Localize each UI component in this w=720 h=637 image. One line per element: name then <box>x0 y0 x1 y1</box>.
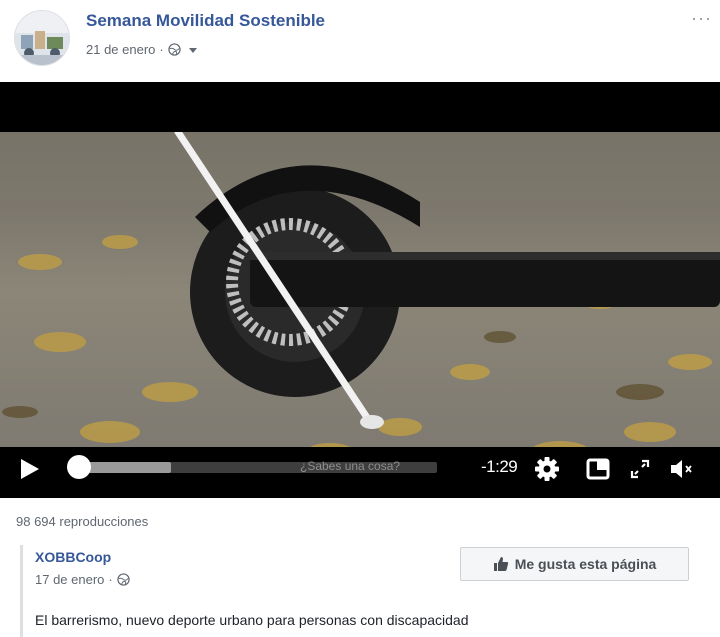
more-icon[interactable]: ··· <box>691 8 712 29</box>
post-header: Semana Movilidad Sostenible 21 de enero … <box>0 0 720 82</box>
video-controls: ¿Sabes una cosa? -1:29 <box>0 447 720 498</box>
original-post-date[interactable]: 17 de enero <box>35 572 104 587</box>
like-page-label: Me gusta esta página <box>514 556 657 572</box>
time-remaining: -1:29 <box>481 457 518 476</box>
fullscreen-icon[interactable] <box>626 455 654 483</box>
play-icon[interactable] <box>19 457 41 481</box>
globe-icon <box>168 43 181 56</box>
video-frame <box>0 132 720 498</box>
caret-down-icon[interactable] <box>188 45 198 55</box>
volume-muted-icon[interactable] <box>668 455 696 483</box>
page-name-link[interactable]: Semana Movilidad Sostenible <box>86 11 325 31</box>
view-count: 98 694 reproducciones <box>16 514 149 529</box>
globe-icon <box>117 573 130 586</box>
original-post-meta: 17 de enero · <box>35 572 130 587</box>
original-page-name-link[interactable]: XOBBCoop <box>35 549 111 565</box>
thumbs-up-icon <box>493 557 508 571</box>
post-date[interactable]: 21 de enero <box>86 42 155 57</box>
page-avatar[interactable] <box>14 10 70 66</box>
settings-gear-icon[interactable] <box>533 455 561 483</box>
avatar-image <box>15 11 69 65</box>
caption-hint: ¿Sabes una cosa? <box>300 459 401 473</box>
seek-handle[interactable] <box>67 455 91 479</box>
post-meta: 21 de enero · <box>86 42 198 57</box>
like-page-button[interactable]: Me gusta esta página <box>460 547 689 581</box>
pip-icon[interactable] <box>584 455 612 483</box>
video-player[interactable] <box>0 82 720 498</box>
date-separator: · <box>108 572 113 587</box>
original-post-attribution: XOBBCoop 17 de enero · Me gusta esta pág… <box>20 545 700 637</box>
original-post-description[interactable]: El barrerismo, nuevo deporte urbano para… <box>35 612 469 628</box>
date-separator: · <box>159 42 164 57</box>
